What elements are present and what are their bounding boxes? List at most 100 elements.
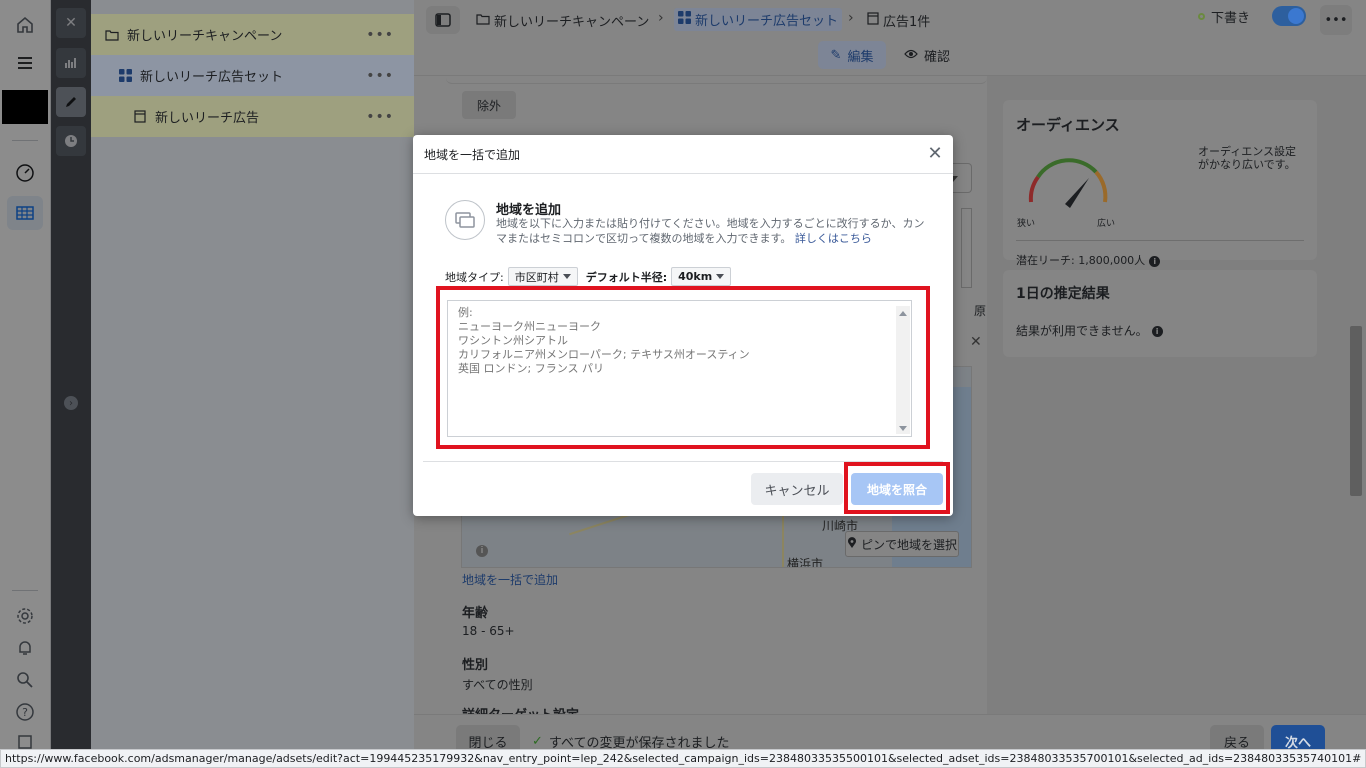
draft-label: 下書き — [1211, 11, 1251, 26]
scrollbar-thumb[interactable] — [1350, 326, 1362, 496]
adset-grid-icon — [678, 11, 691, 28]
bulk-add-link[interactable]: 地域を一括で追加 — [462, 571, 558, 588]
pin-button-label: ピンで地域を選択 — [860, 537, 957, 552]
more-options-icon[interactable]: ••• — [366, 68, 394, 84]
ad-page-icon — [133, 110, 147, 124]
estimate-title: 1日の推定結果 — [1016, 286, 1110, 302]
bulk-add-locations-dialog: 地域を一括で追加 ✕ 地域を追加 地域を以下に入力または貼り付けてください。地域… — [413, 135, 953, 516]
audience-card: オーディエンス 狭い 広い オーディエンス設定がかなり広いです。 潜在リーチ: … — [1003, 100, 1317, 267]
editor-topbar: 新しいリーチキャンペーン › 新しいリーチ広告セット › 広告1件 下書き ••… — [414, 0, 1366, 76]
scroll-up-icon[interactable] — [899, 311, 907, 316]
match-locations-button[interactable]: 地域を照合 — [851, 473, 943, 505]
gauge-wide-label: 広い — [1097, 219, 1116, 229]
textarea-scrollbar[interactable] — [896, 306, 910, 434]
locations-textarea[interactable] — [447, 300, 912, 437]
age-value[interactable]: 18 - 65+ — [462, 624, 515, 638]
eye-icon — [904, 48, 918, 63]
age-label: 年齢 — [462, 606, 489, 621]
map-pin-icon — [847, 536, 857, 552]
tree-item-label: 新しいリーチキャンペーン — [127, 29, 283, 44]
dialog-divider — [413, 173, 953, 174]
right-summary-column: オーディエンス 狭い 広い オーディエンス設定がかなり広いです。 潜在リーチ: … — [987, 76, 1366, 714]
more-options-icon[interactable]: ••• — [366, 27, 394, 43]
breadcrumb-label: 新しいリーチ広告セット — [695, 14, 839, 29]
breadcrumb-label: 広告1件 — [883, 15, 931, 30]
tab-review[interactable]: 確認 — [904, 41, 950, 69]
dialog-title: 地域を一括で追加 — [424, 148, 521, 162]
close-icon[interactable]: ✕ — [970, 334, 982, 350]
overlay-dim — [0, 0, 91, 768]
location-type-label: 地域タイプ: — [445, 270, 504, 284]
publish-toggle[interactable] — [1272, 6, 1306, 26]
info-icon[interactable]: i — [1151, 326, 1163, 337]
exclude-button[interactable]: 除外 — [462, 91, 516, 119]
next-button-label: 次へ — [1284, 735, 1311, 751]
cancel-button-label: キャンセル — [764, 483, 830, 499]
checkmark-icon: ✓ — [532, 734, 543, 749]
tree-item-label: 新しいリーチ広告 — [155, 111, 260, 126]
audience-title: オーディエンス — [1016, 116, 1120, 134]
gender-value[interactable]: すべての性別 — [462, 676, 533, 693]
breadcrumb-adset[interactable]: 新しいリーチ広告セット — [674, 8, 843, 31]
ad-page-icon — [867, 12, 879, 29]
browser-status-url: https://www.facebook.com/adsmanager/mana… — [0, 749, 1366, 768]
potential-reach-value: 潜在リーチ: 1,800,000人 — [1016, 254, 1146, 267]
sidebar-toggle-icon[interactable] — [426, 6, 460, 34]
potential-reach: 潜在リーチ: 1,800,000人 i — [1016, 252, 1161, 268]
status-url-text: https://www.facebook.com/adsmanager/mana… — [5, 752, 1362, 765]
back-button-label: 戻る — [1223, 735, 1250, 751]
chevron-right-icon: › — [848, 10, 854, 26]
breadcrumb-label: 新しいリーチキャンペーン — [494, 15, 650, 30]
info-icon[interactable]: i — [1149, 255, 1161, 267]
partial-label: 原 — [974, 304, 987, 318]
caret-down-icon — [716, 274, 725, 279]
dialog-close-icon[interactable]: ✕ — [925, 143, 945, 164]
chevron-right-icon: › — [658, 10, 664, 26]
edit-pencil-icon: ✎ — [830, 47, 842, 63]
audience-note: オーディエンス設定がかなり広いです。 — [1198, 145, 1297, 171]
close-button-label: 閉じる — [468, 735, 508, 751]
exclude-label: 除外 — [476, 98, 501, 113]
map-label: 横浜市 — [787, 557, 824, 568]
gender-label: 性別 — [462, 658, 489, 673]
estimate-note-text: 結果が利用できません。 — [1016, 324, 1148, 338]
match-locations-label: 地域を照合 — [866, 482, 927, 497]
cancel-button[interactable]: キャンセル — [751, 473, 843, 505]
location-type-dropdown[interactable]: 市区町村 — [507, 267, 578, 286]
input-bottom-edge — [446, 76, 987, 84]
detailed-targeting-label: 詳細ターゲット設定 — [462, 704, 579, 714]
tab-label: 確認 — [924, 49, 951, 65]
tree-item-adset[interactable]: 新しいリーチ広告セット ••• — [91, 55, 414, 96]
audience-gauge — [1028, 158, 1108, 208]
folder-icon — [105, 28, 119, 42]
scroll-edge — [961, 208, 972, 288]
estimate-note: 結果が利用できません。 i — [1016, 322, 1163, 339]
add-locations-description: 地域を以下に入力または貼り付けてください。地域を入力するごとに改行するか、カンマ… — [496, 216, 926, 246]
breadcrumb-campaign[interactable]: 新しいリーチキャンペーン — [476, 11, 649, 30]
campaign-tree-panel: 新しいリーチキャンペーン ••• 新しいリーチ広告セット ••• 新しいリーチ広… — [91, 0, 414, 768]
scroll-down-icon[interactable] — [899, 426, 907, 431]
gauge-narrow-label: 狭い — [1017, 219, 1036, 229]
tree-item-label: 新しいリーチ広告セット — [140, 70, 284, 85]
daily-estimate-card: 1日の推定結果 結果が利用できません。 i — [1003, 270, 1317, 357]
default-radius-label: デフォルト半径: — [585, 270, 668, 284]
caret-down-icon — [562, 274, 571, 279]
add-locations-icon — [445, 200, 485, 240]
default-radius-value: 40km — [678, 270, 713, 283]
adset-grid-icon — [118, 69, 132, 83]
pin-select-button[interactable]: ピンで地域を選択 — [845, 531, 959, 557]
tree-item-ad[interactable]: 新しいリーチ広告 ••• — [91, 96, 414, 137]
tab-label: 編集 — [847, 49, 874, 65]
more-options-button[interactable]: ••• — [1320, 5, 1352, 35]
map-info-icon[interactable]: i — [476, 545, 488, 557]
more-options-icon[interactable]: ••• — [366, 109, 394, 125]
tab-edit[interactable]: ✎ 編集 — [818, 41, 886, 69]
location-options-row: 地域タイプ: 市区町村 デフォルト半径: 40km — [445, 267, 732, 286]
draft-status: 下書き — [1198, 7, 1250, 26]
breadcrumb-ad[interactable]: 広告1件 — [867, 11, 930, 30]
default-radius-dropdown[interactable]: 40km — [671, 267, 732, 286]
bulk-add-label: 地域を一括で追加 — [462, 573, 559, 587]
status-dot-icon — [1198, 13, 1205, 20]
tree-item-campaign[interactable]: 新しいリーチキャンペーン ••• — [91, 14, 414, 55]
learn-more-link[interactable]: 詳しくはこちら — [795, 232, 872, 245]
